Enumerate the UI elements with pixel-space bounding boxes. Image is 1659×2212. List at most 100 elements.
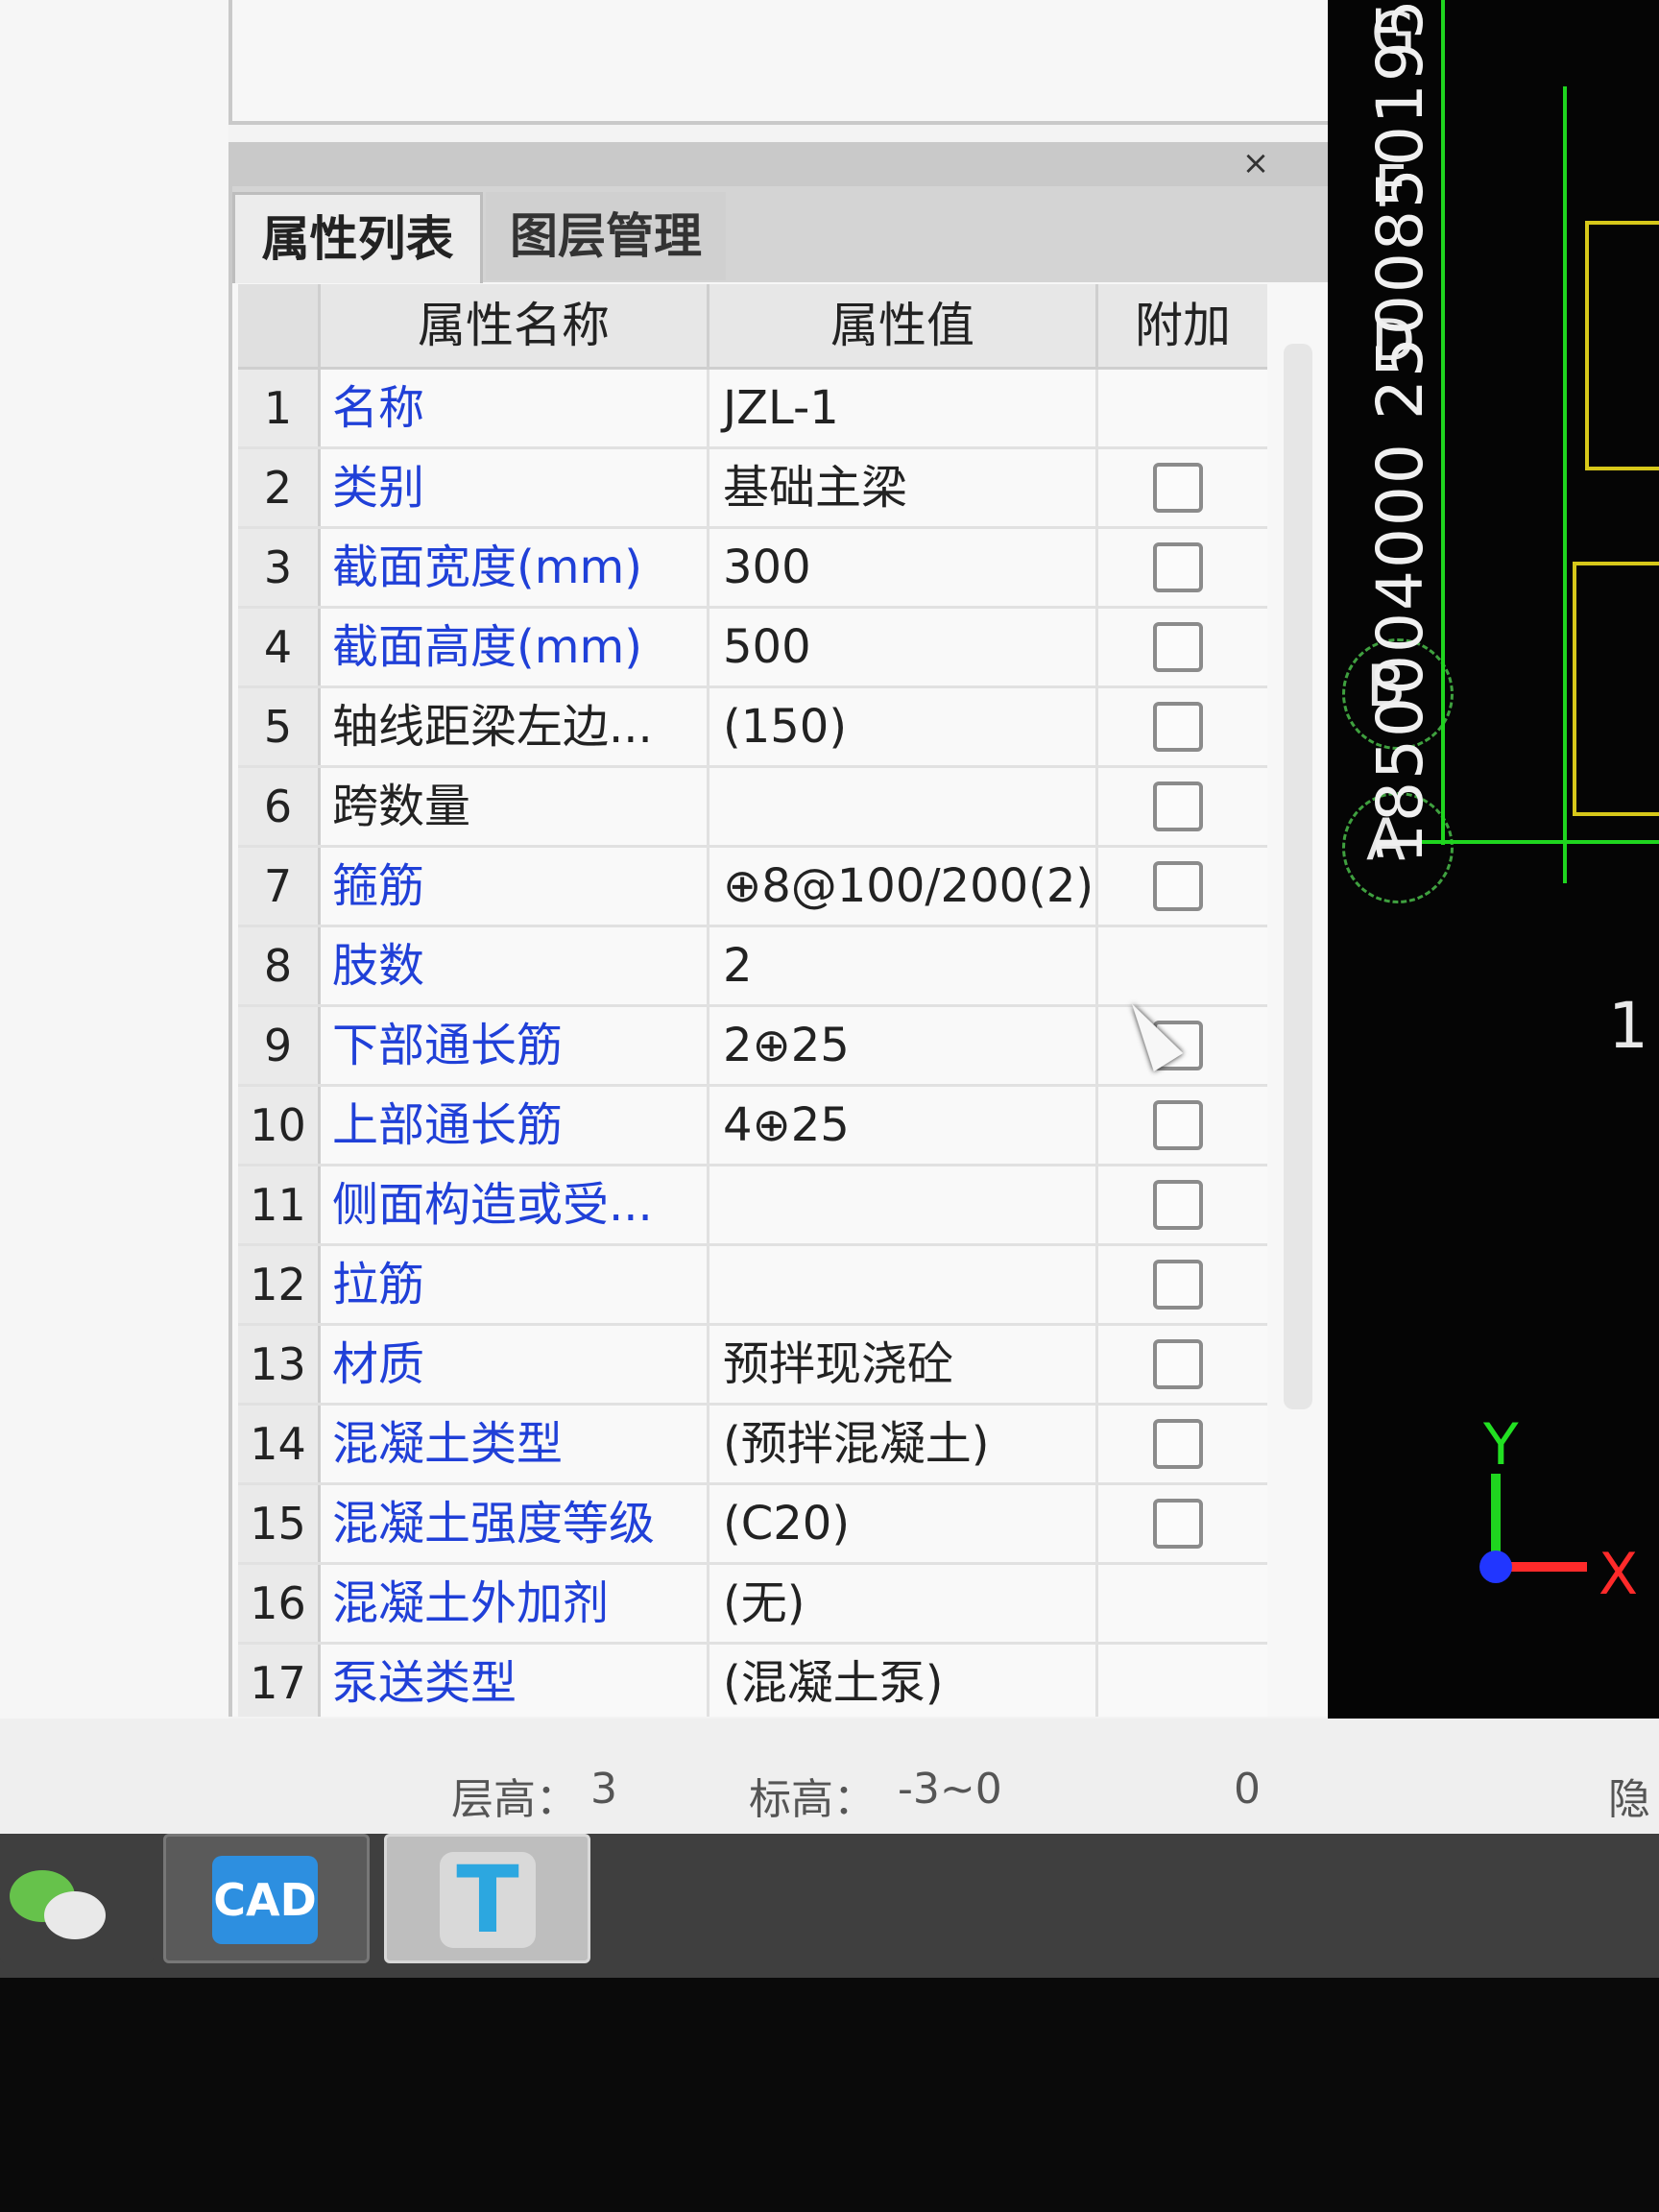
property-name[interactable]: 箍筋	[321, 848, 709, 925]
extra-checkbox[interactable]	[1153, 1180, 1203, 1230]
property-row[interactable]: 14 混凝土类型 (预拌混凝土)	[238, 1406, 1267, 1485]
properties-panel: × 属性列表 图层管理 属性名称 属性值 附加 1 名称 JZL-1 2 类别 基础主梁 3…	[228, 142, 1328, 1717]
property-row[interactable]: 15 混凝土强度等级 (C20)	[238, 1485, 1267, 1565]
extra-cell	[1098, 1087, 1267, 1164]
property-name[interactable]: 混凝土类型	[321, 1406, 709, 1482]
extra-checkbox[interactable]	[1153, 702, 1203, 752]
axis-line-horizontal	[1409, 840, 1659, 844]
property-row[interactable]: 16 混凝土外加剂 (无)	[238, 1565, 1267, 1645]
row-number: 4	[238, 609, 321, 685]
row-number: 12	[238, 1246, 321, 1323]
property-name[interactable]: 泵送类型	[321, 1645, 709, 1717]
ucs-origin	[1479, 1551, 1512, 1583]
close-button[interactable]: ×	[1237, 144, 1275, 182]
row-number: 13	[238, 1326, 321, 1403]
header-attribute-name[interactable]: 属性名称	[321, 284, 709, 367]
property-row[interactable]: 12 拉筋	[238, 1246, 1267, 1326]
property-name[interactable]: 上部通长筋	[321, 1087, 709, 1164]
cad-taskbar-button[interactable]: CAD	[163, 1834, 370, 1963]
property-value[interactable]: 预拌现浇砼	[709, 1326, 1098, 1403]
extra-checkbox[interactable]	[1153, 463, 1203, 513]
property-value[interactable]: (无)	[709, 1565, 1098, 1642]
property-name[interactable]: 混凝土强度等级	[321, 1485, 709, 1562]
property-row[interactable]: 9 下部通长筋 2⊕25	[238, 1007, 1267, 1087]
property-value[interactable]: 2	[709, 927, 1098, 1004]
property-value[interactable]: ⊕8@100/200(2)	[709, 848, 1098, 925]
cad-dimension-text: 1850004000 2500850195 0	[1363, 0, 1437, 864]
header-attribute-value[interactable]: 属性值	[709, 284, 1098, 367]
property-name[interactable]: 侧面构造或受...	[321, 1166, 709, 1243]
header-extra[interactable]: 附加	[1098, 284, 1267, 367]
extra-checkbox[interactable]	[1153, 542, 1203, 592]
property-name[interactable]: 肢数	[321, 927, 709, 1004]
extra-checkbox[interactable]	[1153, 861, 1203, 911]
left-gutter	[0, 0, 228, 1719]
extra-checkbox[interactable]	[1153, 1339, 1203, 1389]
property-name[interactable]: 类别	[321, 449, 709, 526]
property-value[interactable]	[709, 768, 1098, 845]
property-name[interactable]: 材质	[321, 1326, 709, 1403]
property-value[interactable]: 2⊕25	[709, 1007, 1098, 1084]
property-value[interactable]	[709, 1246, 1098, 1323]
property-row[interactable]: 2 类别 基础主梁	[238, 449, 1267, 529]
taskbar: CAD T	[0, 1834, 1659, 1978]
property-name[interactable]: 混凝土外加剂	[321, 1565, 709, 1642]
property-row[interactable]: 13 材质 预拌现浇砼	[238, 1326, 1267, 1406]
row-number: 8	[238, 927, 321, 1004]
property-value[interactable]: JZL-1	[709, 370, 1098, 446]
property-name[interactable]: 截面高度(mm)	[321, 609, 709, 685]
property-value[interactable]: (混凝土泵)	[709, 1645, 1098, 1717]
property-value[interactable]	[709, 1166, 1098, 1243]
row-number: 17	[238, 1645, 321, 1717]
property-value[interactable]: 基础主梁	[709, 449, 1098, 526]
cad-icon: CAD	[212, 1856, 318, 1944]
tab-attribute-list[interactable]: 属性列表	[232, 192, 483, 283]
property-row[interactable]: 17 泵送类型 (混凝土泵)	[238, 1645, 1267, 1717]
property-value[interactable]: 300	[709, 529, 1098, 606]
axis-line-vertical-2	[1563, 86, 1567, 883]
property-value[interactable]: (预拌混凝土)	[709, 1406, 1098, 1482]
extra-checkbox[interactable]	[1153, 1499, 1203, 1549]
t-app-taskbar-button[interactable]: T	[384, 1834, 590, 1963]
extra-checkbox[interactable]	[1153, 1260, 1203, 1310]
row-number: 5	[238, 688, 321, 765]
property-name[interactable]: 截面宽度(mm)	[321, 529, 709, 606]
property-row[interactable]: 4 截面高度(mm) 500	[238, 609, 1267, 688]
property-name[interactable]: 拉筋	[321, 1246, 709, 1323]
property-name[interactable]: 轴线距梁左边...	[321, 688, 709, 765]
row-number: 6	[238, 768, 321, 845]
wechat-icon-bubble	[44, 1891, 106, 1939]
property-row[interactable]: 3 截面宽度(mm) 300	[238, 529, 1267, 609]
extra-checkbox[interactable]	[1153, 1419, 1203, 1469]
property-row[interactable]: 7 箍筋 ⊕8@100/200(2)	[238, 848, 1267, 927]
tab-bar: 属性列表 图层管理	[232, 186, 1328, 283]
property-name[interactable]: 下部通长筋	[321, 1007, 709, 1084]
property-value[interactable]: 4⊕25	[709, 1087, 1098, 1164]
property-row[interactable]: 1 名称 JZL-1	[238, 370, 1267, 449]
property-value[interactable]: (150)	[709, 688, 1098, 765]
wechat-taskbar-button[interactable]	[0, 1834, 154, 1963]
property-value[interactable]: 500	[709, 609, 1098, 685]
extra-checkbox[interactable]	[1153, 622, 1203, 672]
row-number: 3	[238, 529, 321, 606]
property-row[interactable]: 5 轴线距梁左边... (150)	[238, 688, 1267, 768]
property-row[interactable]: 8 肢数 2	[238, 927, 1267, 1007]
hidden-label: 隐	[1608, 1775, 1650, 1824]
vertical-scrollbar[interactable]	[1284, 344, 1312, 1409]
property-name[interactable]: 名称	[321, 370, 709, 446]
property-name[interactable]: 跨数量	[321, 768, 709, 845]
extra-cell	[1098, 1485, 1267, 1562]
property-row[interactable]: 11 侧面构造或受...	[238, 1166, 1267, 1246]
floor-height-label: 层高：	[451, 1775, 578, 1824]
property-row[interactable]: 6 跨数量	[238, 768, 1267, 848]
row-number: 1	[238, 370, 321, 446]
property-value[interactable]: (C20)	[709, 1485, 1098, 1562]
extra-checkbox[interactable]	[1153, 781, 1203, 831]
row-number: 15	[238, 1485, 321, 1562]
elevation-label: 标高：	[749, 1775, 876, 1824]
extra-cell	[1098, 1166, 1267, 1243]
extra-checkbox[interactable]	[1153, 1100, 1203, 1150]
property-row[interactable]: 10 上部通长筋 4⊕25	[238, 1087, 1267, 1166]
ucs-x-label: X	[1599, 1541, 1639, 1608]
tab-layer-management[interactable]: 图层管理	[486, 192, 726, 280]
